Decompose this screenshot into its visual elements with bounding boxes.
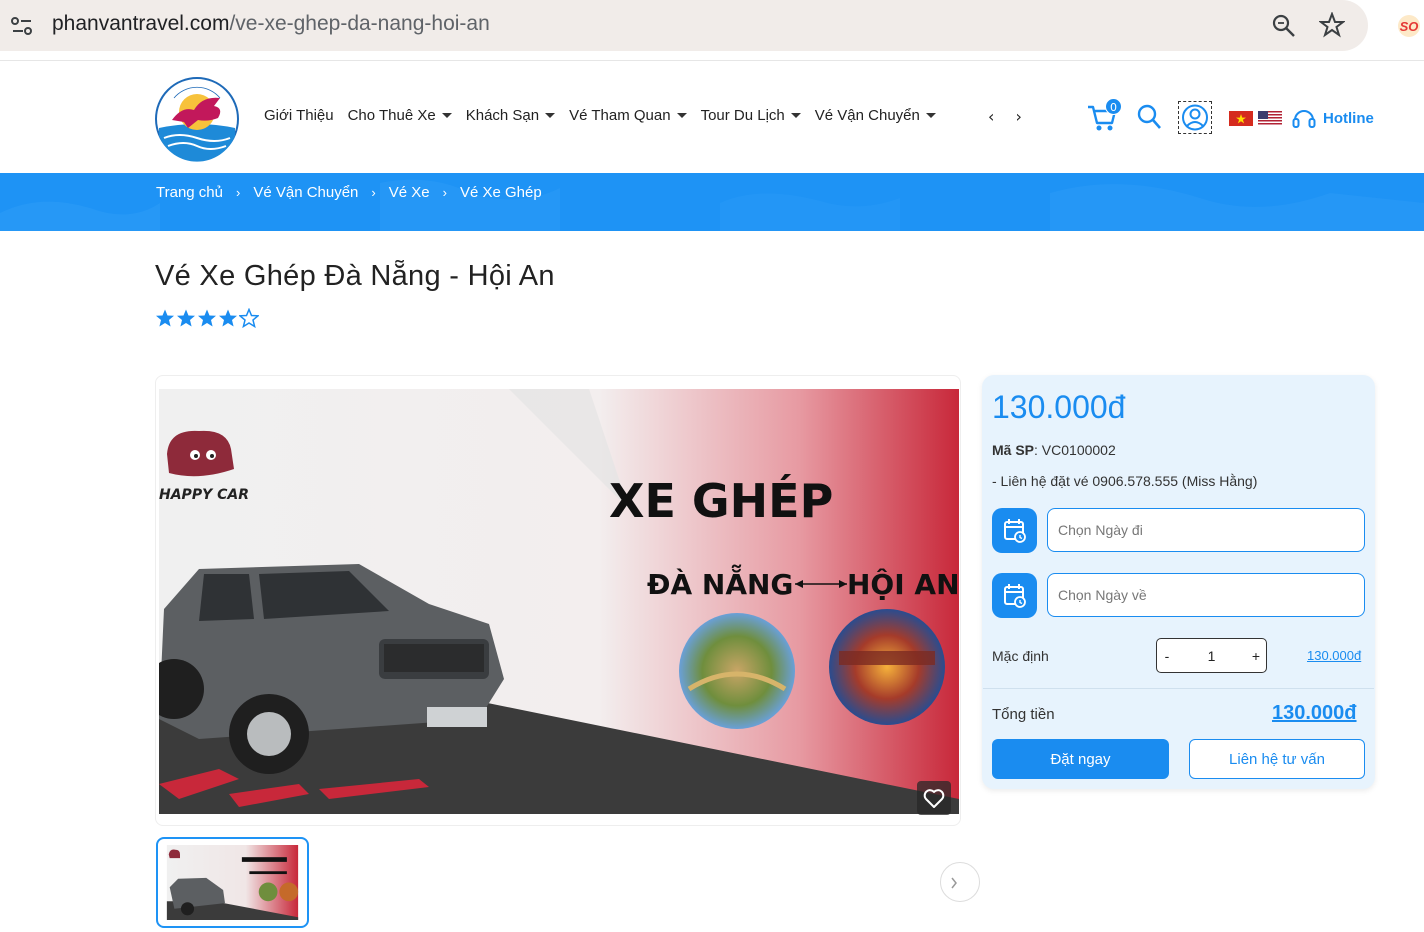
breadcrumb-separator-icon: › xyxy=(371,185,376,200)
calendar-icon xyxy=(1004,584,1026,608)
nav-item-cho-thue-xe[interactable]: Cho Thuê Xe xyxy=(348,107,452,124)
nav-label: Tour Du Lịch xyxy=(700,107,785,124)
favorite-button[interactable] xyxy=(917,781,951,815)
banner-graphic: HAPPY CAR XE GHÉP ĐÀ NẴNG HỘI AN xyxy=(159,389,959,814)
nav-item-ve-van-chuyen[interactable]: Vé Vận Chuyển xyxy=(815,107,936,124)
total-label: Tổng tiền xyxy=(992,706,1055,723)
caret-down-icon xyxy=(676,113,687,118)
star-filled-icon xyxy=(177,309,195,327)
nav-label: Khách Sạn xyxy=(465,107,540,124)
consult-button[interactable]: Liên hệ tư vấn xyxy=(1189,739,1365,779)
thumbnail-next-button[interactable] xyxy=(940,862,980,902)
site-header: Giới Thiệu Cho Thuê Xe Khách Sạn Vé Tham… xyxy=(0,61,1424,173)
headset-icon xyxy=(1292,110,1316,128)
banner-route-from: ĐÀ NẴNG xyxy=(647,563,793,601)
sku-value: : VC0100002 xyxy=(1034,442,1116,458)
banner-route-to: HỘI AN xyxy=(847,567,959,601)
zoom-icon[interactable] xyxy=(1271,13,1297,39)
address-bar[interactable]: phanvantravel.com/ve-xe-ghep-da-nang-hoi… xyxy=(0,0,1368,51)
return-date-field[interactable] xyxy=(1047,573,1365,617)
chevron-right-icon xyxy=(951,877,957,889)
product-main-image[interactable]: HAPPY CAR XE GHÉP ĐÀ NẴNG HỘI AN xyxy=(159,389,959,814)
company-logo[interactable] xyxy=(154,76,240,162)
breadcrumb-home[interactable]: Trang chủ xyxy=(156,184,223,201)
breadcrumb-ve-xe[interactable]: Vé Xe xyxy=(389,184,430,201)
world-map-background xyxy=(0,179,1424,231)
contact-info: - Liên hệ đặt vé 0906.578.555 (Miss Hằng… xyxy=(992,473,1258,489)
extension-icon[interactable]: SO xyxy=(1396,14,1422,38)
hotline-button[interactable]: Hotline xyxy=(1291,105,1374,131)
heart-icon xyxy=(923,789,945,808)
sku-label: Mã SP xyxy=(992,442,1035,458)
breadcrumb-current[interactable]: Vé Xe Ghép xyxy=(460,184,542,201)
return-calendar-button[interactable] xyxy=(992,573,1037,618)
nav-item-ve-tham-quan[interactable]: Vé Tham Quan xyxy=(569,107,687,124)
nav-label: Vé Tham Quan xyxy=(569,107,671,124)
main-nav: Giới Thiệu Cho Thuê Xe Khách Sạn Vé Tham… xyxy=(264,107,950,124)
caret-down-icon xyxy=(441,113,452,118)
depart-calendar-button[interactable] xyxy=(992,508,1037,553)
nav-item-gioi-thieu[interactable]: Giới Thiệu xyxy=(264,107,334,124)
english-flag-icon[interactable] xyxy=(1258,111,1282,126)
breadcrumb: Trang chủ › Vé Vận Chuyển › Vé Xe › Vé X… xyxy=(156,184,542,201)
nav-item-tour-du-lich[interactable]: Tour Du Lịch xyxy=(701,107,801,124)
star-filled-icon xyxy=(198,309,216,327)
url-path: /ve-xe-ghep-da-nang-hoi-an xyxy=(229,12,490,35)
account-button[interactable] xyxy=(1178,101,1212,134)
qty-increase-button[interactable]: + xyxy=(1246,648,1266,664)
caret-down-icon xyxy=(925,113,936,118)
caret-down-icon xyxy=(545,113,556,118)
quantity-stepper: - 1 + xyxy=(1156,638,1267,673)
book-now-button[interactable]: Đặt ngay xyxy=(992,739,1169,779)
extension-badge: SO xyxy=(1400,19,1419,34)
breadcrumb-separator-icon: › xyxy=(442,185,447,200)
line-price: 130.000đ xyxy=(1307,648,1362,663)
star-filled-icon xyxy=(156,309,174,327)
breadcrumb-ve-van-chuyen[interactable]: Vé Vận Chuyển xyxy=(253,184,358,201)
site-info-icon[interactable] xyxy=(9,13,35,39)
divider xyxy=(983,688,1374,689)
banner-headline: XE GHÉP xyxy=(609,474,833,528)
vietnamese-flag-icon[interactable] xyxy=(1229,111,1253,126)
breadcrumb-separator-icon: › xyxy=(235,185,241,200)
url-text[interactable]: phanvantravel.com/ve-xe-ghep-da-nang-hoi… xyxy=(52,12,490,36)
search-icon[interactable] xyxy=(1136,103,1162,131)
url-domain: phanvantravel.com xyxy=(52,12,230,35)
nav-scroll-arrows[interactable]: ‹ › xyxy=(988,107,1030,126)
calendar-icon xyxy=(1004,519,1026,543)
browser-toolbar: phanvantravel.com/ve-xe-ghep-da-nang-hoi… xyxy=(0,0,1424,61)
product-price: 130.000đ xyxy=(992,389,1126,425)
star-empty-icon xyxy=(239,308,259,328)
ticket-type-label: Mặc định xyxy=(992,648,1049,664)
nav-label: Cho Thuê Xe xyxy=(347,107,436,124)
nav-label: Giới Thiệu xyxy=(264,107,334,124)
nav-item-khach-san[interactable]: Khách Sạn xyxy=(465,107,556,124)
thumbnail-graphic xyxy=(166,845,299,920)
user-icon xyxy=(1182,104,1208,131)
qty-decrease-button[interactable]: - xyxy=(1157,648,1177,664)
depart-date-field[interactable] xyxy=(1047,508,1365,552)
cart-count-badge: 0 xyxy=(1105,98,1122,115)
breadcrumb-banner: Trang chủ › Vé Vận Chuyển › Vé Xe › Vé X… xyxy=(0,173,1424,231)
product-title: Vé Xe Ghép Đà Nẵng - Hội An xyxy=(155,260,555,292)
bookmark-star-icon[interactable] xyxy=(1319,12,1345,38)
caret-down-icon xyxy=(790,113,801,118)
nav-label: Vé Vận Chuyển xyxy=(814,107,920,124)
happy-car-text: HAPPY CAR xyxy=(159,487,249,503)
total-value: 130.000đ xyxy=(1272,702,1357,724)
product-sku: Mã SP: VC0100002 xyxy=(992,442,1116,458)
star-rating xyxy=(155,308,259,328)
hotline-label: Hotline xyxy=(1323,109,1374,127)
star-filled-icon xyxy=(219,309,237,327)
qty-value[interactable]: 1 xyxy=(1182,648,1242,664)
thumbnail-image[interactable] xyxy=(156,837,309,928)
